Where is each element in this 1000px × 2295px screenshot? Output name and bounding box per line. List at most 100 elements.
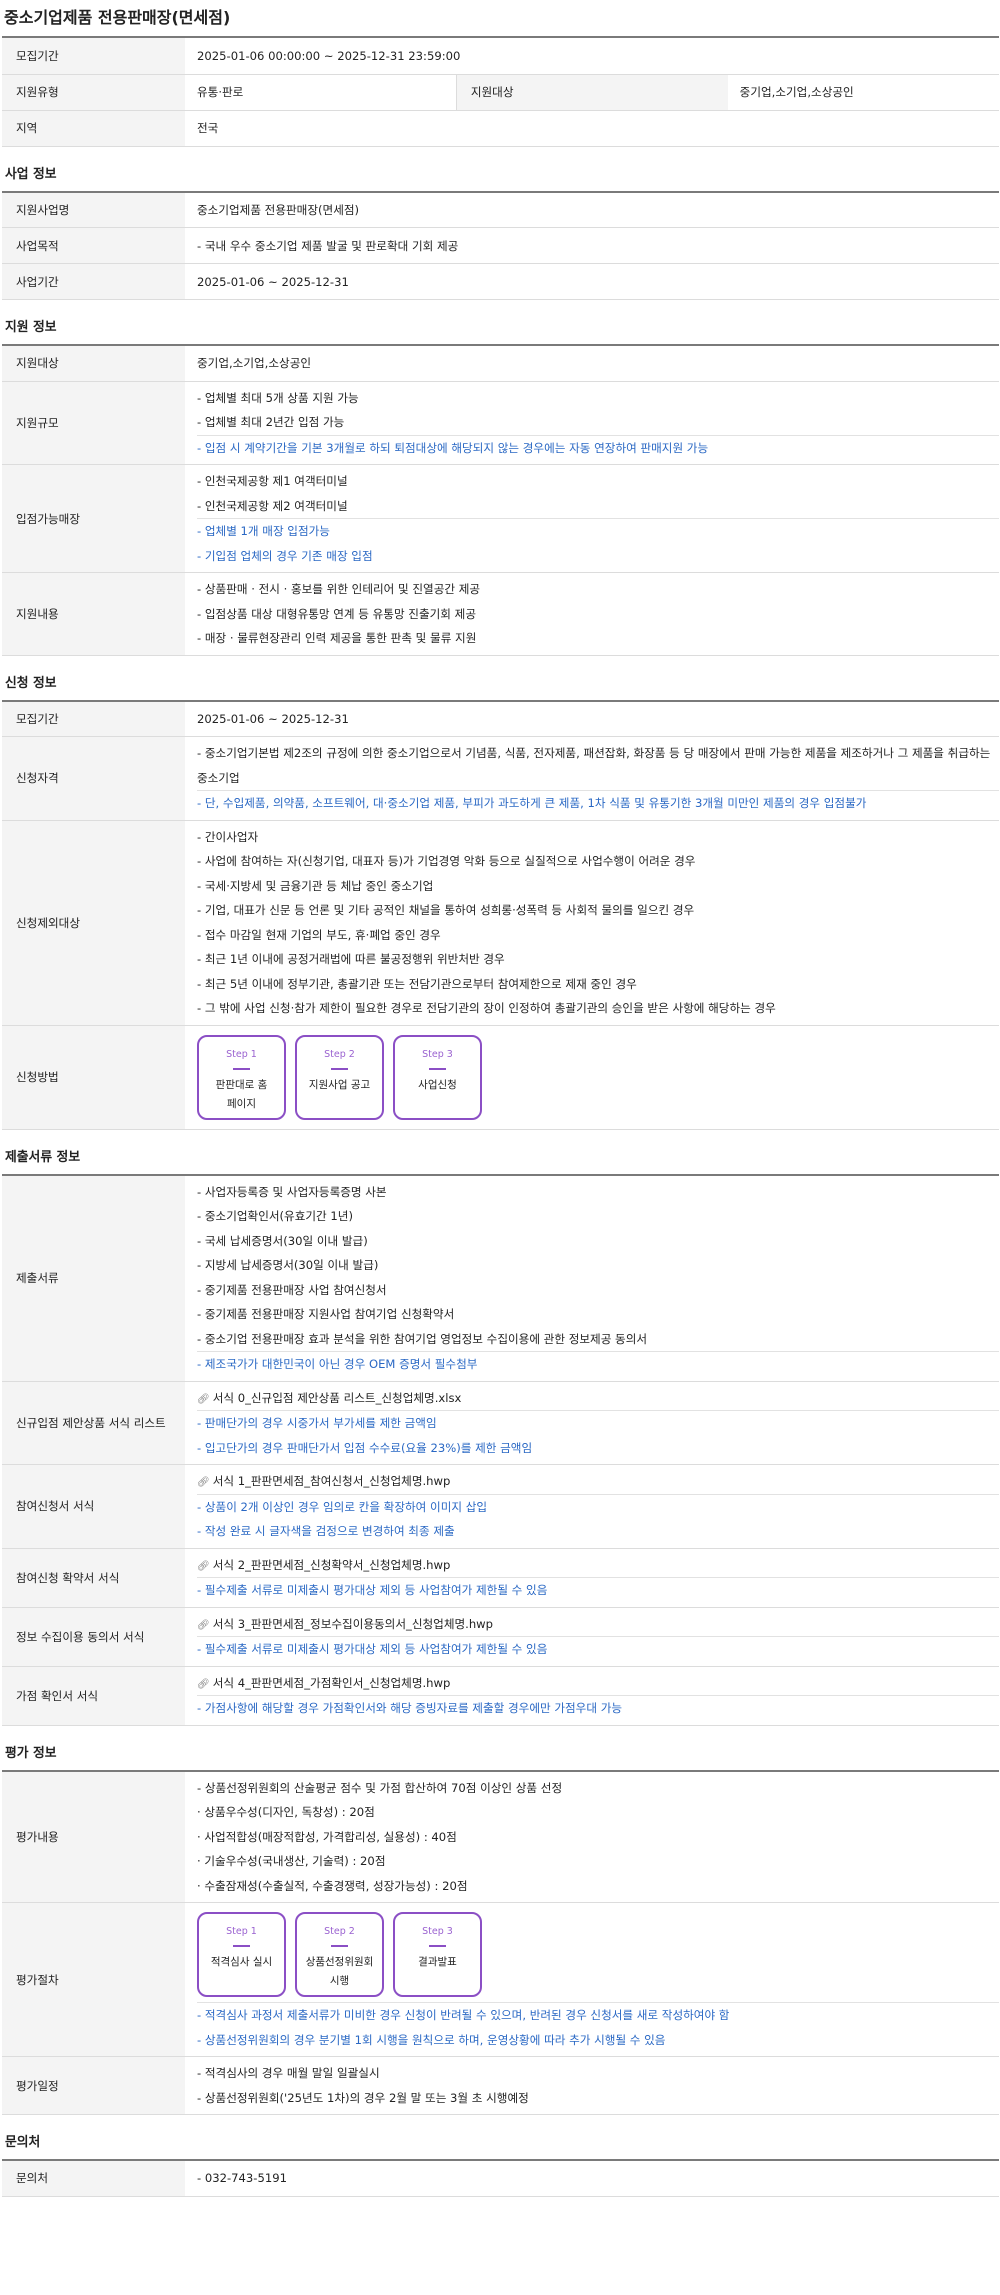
- section-business-title: 사업 정보: [5, 166, 57, 182]
- step-bar: [331, 1067, 348, 1070]
- doc-line: - 중소기업 전용판매장 효과 분석을 위한 참여기업 영업정보 수집이용에 관…: [197, 1331, 648, 1346]
- business-name-value: 중소기업제품 전용판매장(면세점): [185, 191, 999, 228]
- exclusion-line: - 사업에 참여하는 자(신청기업, 대표자 등)가 기업경영 악화 등으로 실…: [197, 854, 696, 868]
- file-name[interactable]: 서식 2_판판면세점_신청확약서_신청업체명.hwp: [213, 1558, 451, 1572]
- form1-value: 🔗︎ 서식 1_판판면세점_참여신청서_신청업체명.hwp - 상품이 2개 이상…: [185, 1464, 999, 1549]
- store-note: - 기입점 업체의 경우 기존 매장 입점: [197, 548, 373, 563]
- business-period-label: 사업기간: [2, 263, 185, 300]
- step-label: 지원사업 공고: [308, 1078, 371, 1091]
- section-apply-title: 신청 정보: [5, 675, 57, 691]
- step-bar: [233, 1945, 250, 1947]
- apply-table: 모집기간 2025-01-06 ~ 2025-12-31 신청자격 - 중소기업…: [2, 699, 999, 1130]
- file-name[interactable]: 서식 4_판판면세점_가점확인서_신청업체명.hwp: [213, 1676, 451, 1690]
- step-label: 상품선정위원회 시행: [305, 1956, 374, 1987]
- support-target-value: 중기업,소기업,소상공인: [727, 74, 999, 111]
- eval-process-label: 평가절차: [2, 1902, 185, 2057]
- step-label: 결과발표: [418, 1956, 457, 1968]
- step-number: Step 2: [324, 1926, 355, 1937]
- support-content-label: 지원내용: [2, 572, 185, 656]
- store-note: - 업체별 1개 매장 입점가능: [197, 524, 330, 538]
- support-target-label-2: 지원대상: [2, 345, 185, 382]
- exclusion-line: - 최근 1년 이내에 공정거래법에 따른 불공정행위 위반처반 경우: [197, 952, 505, 966]
- attachment-icon: 🔗︎: [197, 1560, 210, 1572]
- step-number: Step 1: [226, 1048, 257, 1060]
- form4-value: 🔗︎ 서식 4_판판면세점_가점확인서_신청업체명.hwp - 가점사항에 해당할…: [185, 1666, 999, 1726]
- content-line: - 상품판매 · 전시 · 홍보를 위한 인테리어 및 진열공간 제공: [197, 582, 481, 596]
- exclusion-line: - 그 밖에 사업 신청·참가 제한이 필요한 경우로 전담기관의 장이 인정하…: [197, 1001, 776, 1015]
- product-list-label: 신규입점 제안상품 서식 리스트: [2, 1381, 185, 1465]
- doc-line: - 중기제품 전용판매장 사업 참여신청서: [197, 1282, 387, 1297]
- scale-line: - 업체별 최대 2년간 입점 가능: [197, 415, 345, 429]
- file-name[interactable]: 서식 0_신규입점 제안상품 리스트_신청업체명.xlsx: [213, 1391, 462, 1405]
- eval-line: · 기술우수성(국내생산, 기술력) : 20점: [197, 1854, 386, 1868]
- qualification-value: - 중소기업기본법 제2조의 규정에 의한 중소기업으로서 기념품, 식품, 전…: [185, 736, 999, 821]
- form1-label: 참여신청서 서식: [2, 1464, 185, 1549]
- attachment-icon: 🔗︎: [197, 1477, 210, 1488]
- apply-step-card: Step 3 사업신청: [393, 1034, 482, 1120]
- step-number: Step 2: [324, 1048, 355, 1060]
- region-label: 지역: [2, 110, 185, 147]
- exclusion-line: - 최근 5년 이내에 정부기관, 총괄기관 또는 전담기관으로부터 참여제한으…: [197, 976, 637, 991]
- process-note: - 적격심사 과정서 제출서류가 미비한 경우 신청이 반려될 수 있으며, 반…: [197, 2008, 730, 2022]
- file-link[interactable]: 🔗︎ 서식 3_판판면세점_정보수집이용동의서_신청업체명.hwp: [197, 1612, 999, 1637]
- section-docs-title: 제출서류 정보: [5, 1149, 81, 1165]
- period-value: 2025-01-06 00:00:00 ~ 2025-12-31 23:59:0…: [185, 37, 999, 75]
- schedule-line: - 상품선정위원회('25년도 1차)의 경우 2월 말 또는 3월 초 시행예…: [197, 2090, 529, 2105]
- file-name[interactable]: 서식 3_판판면세점_정보수집이용동의서_신청업체명.hwp: [213, 1617, 493, 1631]
- step-bar: [331, 1945, 348, 1947]
- page-title: 중소기업제품 전용판매장(면세점): [4, 8, 231, 27]
- business-table: 지원사업명 중소기업제품 전용판매장(면세점) 사업목적 - 국내 우수 중소기…: [2, 190, 999, 300]
- contact-table: 문의처 - 032-743-5191: [2, 2159, 999, 2197]
- product-list-value: 🔗︎ 서식 0_신규입점 제안상품 리스트_신청업체명.xlsx - 판매단가의 …: [185, 1381, 999, 1465]
- step-label: 판판대로 홈페이지: [215, 1078, 268, 1110]
- schedule-line: - 적격심사의 경우 매월 말일 일괄실시: [197, 2066, 380, 2080]
- step-number: Step 1: [226, 1926, 257, 1937]
- exclusion-value: - 간이사업자 - 사업에 참여하는 자(신청기업, 대표자 등)가 기업경영 …: [185, 820, 999, 1026]
- business-purpose-value: - 국내 우수 중소기업 제품 발굴 및 판로확대 기회 제공: [185, 227, 999, 264]
- eval-step-card: Step 1 적격심사 실시: [197, 1912, 286, 1997]
- file-name[interactable]: 서식 1_판판면세점_참여신청서_신청업체명.hwp: [213, 1474, 451, 1488]
- docs-table: 제출서류 - 사업자등록증 및 사업자등록증명 사본 - 중소기업확인서(유효기…: [2, 1173, 999, 1726]
- store-line: - 인천국제공항 제2 여객터미널: [197, 498, 348, 513]
- exclusion-line: - 국세·지방세 및 금융기관 등 체납 중인 중소기업: [197, 878, 434, 893]
- eval-line: · 사업적합성(매장적합성, 가격합리성, 실용성) : 40점: [197, 1829, 457, 1844]
- contact-label: 문의처: [2, 2160, 185, 2197]
- contact-value: - 032-743-5191: [185, 2160, 999, 2197]
- section-support-title: 지원 정보: [5, 320, 57, 335]
- form2-label: 참여신청 확약서 서식: [2, 1548, 185, 1608]
- support-target-value-2: 중기업,소기업,소상공인: [185, 345, 999, 382]
- doc-line: - 중기제품 전용판매장 지원사업 참여기업 신청확약서: [197, 1307, 455, 1321]
- step-bar: [233, 1067, 250, 1070]
- step-bar: [429, 1945, 446, 1947]
- support-content-value: - 상품판매 · 전시 · 홍보를 위한 인테리어 및 진열공간 제공 - 입점…: [185, 572, 999, 656]
- qualification-text: - 중소기업기본법 제2조의 규정에 의한 중소기업으로서 기념품, 식품, 전…: [197, 746, 991, 785]
- scale-note: - 입점 시 계약기간을 기본 3개월로 하되 퇴점대상에 해당되지 않는 경우…: [197, 440, 709, 455]
- apply-step-card: Step 2 지원사업 공고: [295, 1034, 384, 1120]
- form3-value: 🔗︎ 서식 3_판판면세점_정보수집이용동의서_신청업체명.hwp - 필수제출 …: [185, 1607, 999, 1667]
- eval-step-card: Step 3 결과발표: [393, 1912, 482, 1997]
- apply-method-value: Step 1 판판대로 홈페이지 Step 2 지원사업 공고 Step 3 사…: [185, 1025, 999, 1130]
- eval-line: · 수출잠재성(수출실적, 수출경쟁력, 성장가능성) : 20점: [197, 1878, 468, 1893]
- qualification-note: - 단, 수입제품, 의약품, 소프트웨어, 대·중소기업 제품, 부피가 과도…: [197, 796, 867, 810]
- section-evaluation-title: 평가 정보: [5, 1745, 57, 1761]
- step-number: Step 3: [422, 1926, 453, 1937]
- qualification-label: 신청자격: [2, 736, 185, 821]
- doc-line: - 사업자등록증 및 사업자등록증명 사본: [197, 1184, 387, 1199]
- support-table: 지원대상 중기업,소기업,소상공인 지원규모 - 업체별 최대 5개 상품 지원…: [2, 344, 999, 656]
- doc-line: - 중소기업확인서(유효기간 1년): [197, 1209, 353, 1223]
- apply-method-label: 신청방법: [2, 1025, 185, 1130]
- process-note: - 상품선정위원회의 경우 분기별 1회 시행을 원칙으로 하며, 운영상황에 …: [197, 2032, 666, 2047]
- file-note: - 필수제출 서류로 미제출시 평가대상 제외 등 사업참여가 제한될 수 있음: [197, 1642, 548, 1656]
- eval-process-value: Step 1 적격심사 실시 Step 2 상품선정위원회 시행 Step 3 …: [185, 1902, 999, 2057]
- file-note: - 필수제출 서류로 미제출시 평가대상 제외 등 사업참여가 제한될 수 있음: [197, 1583, 548, 1597]
- file-link[interactable]: 🔗︎ 서식 2_판판면세점_신청확약서_신청업체명.hwp: [197, 1553, 999, 1578]
- business-period-value: 2025-01-06 ~ 2025-12-31: [185, 263, 999, 300]
- stores-label: 입점가능매장: [2, 464, 185, 573]
- overview-table: 모집기간 2025-01-06 00:00:00 ~ 2025-12-31 23…: [2, 36, 999, 147]
- support-target-label: 지원대상: [455, 74, 728, 111]
- file-link[interactable]: 🔗︎ 서식 0_신규입점 제안상품 리스트_신청업체명.xlsx: [197, 1386, 999, 1411]
- support-scale-label: 지원규모: [2, 381, 185, 465]
- file-link[interactable]: 🔗︎ 서식 1_판판면세점_참여신청서_신청업체명.hwp: [197, 1469, 999, 1494]
- file-link[interactable]: 🔗︎ 서식 4_판판면세점_가점확인서_신청업체명.hwp: [197, 1671, 999, 1696]
- exclusion-label: 신청제외대상: [2, 820, 185, 1026]
